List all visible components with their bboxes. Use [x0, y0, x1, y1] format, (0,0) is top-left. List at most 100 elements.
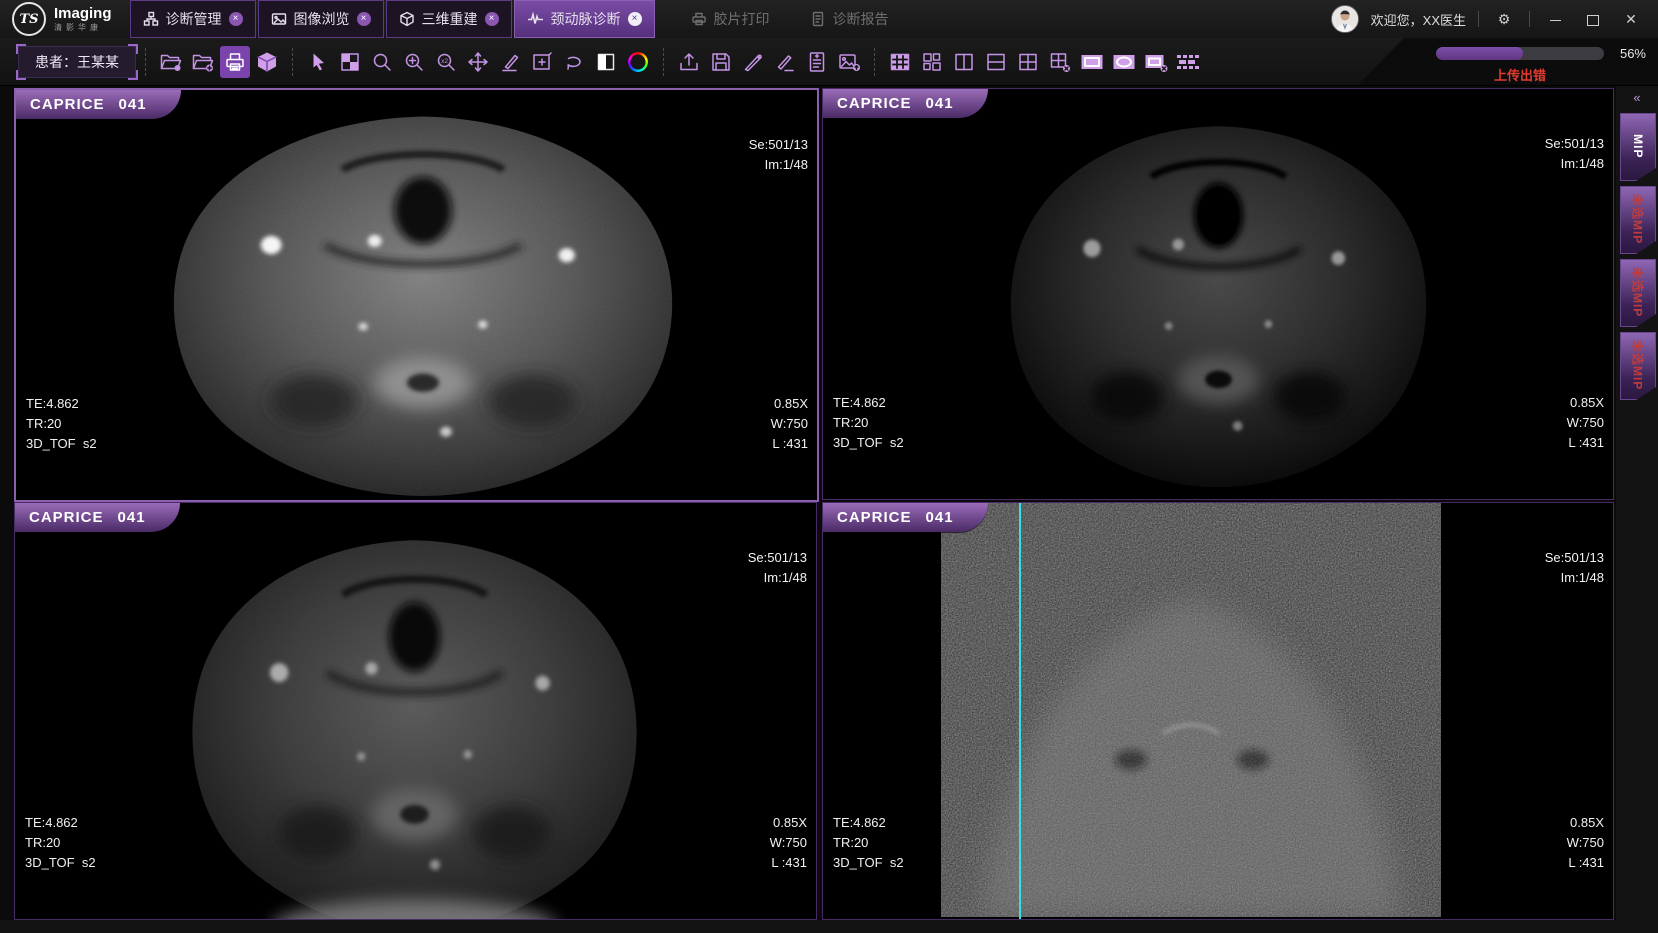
layout-checker-icon[interactable]	[335, 46, 365, 78]
overlay-series-info: Se:501/13Im:1/48	[748, 508, 807, 628]
shape-ellipse-icon[interactable]	[1109, 46, 1139, 78]
user-avatar[interactable]	[1331, 5, 1359, 33]
invert-icon[interactable]	[591, 46, 621, 78]
overlay-acquisition-info: TE:4.862TR:203D_TOF s2	[833, 773, 904, 913]
measure-baseline-icon[interactable]	[770, 46, 800, 78]
upload-percent: 56%	[1620, 46, 1646, 61]
series-header-tab[interactable]: CAPRICE 041	[823, 89, 988, 118]
cube-icon	[399, 11, 415, 27]
device-name: CAPRICE	[30, 96, 105, 113]
filmstrip-icon[interactable]	[1173, 46, 1203, 78]
mri-image	[78, 90, 768, 498]
shape-rect-clear-icon[interactable]	[1141, 46, 1171, 78]
zoom-in-icon[interactable]	[399, 46, 429, 78]
svg-text:x2: x2	[441, 58, 448, 65]
cursor-icon[interactable]	[303, 46, 333, 78]
open-study-icon[interactable]	[156, 46, 186, 78]
tab-diagnosis-management[interactable]: 诊断管理 ×	[130, 0, 256, 38]
pan-icon[interactable]	[463, 46, 493, 78]
patient-selector[interactable]: 患者：王某某	[18, 46, 136, 78]
viewport-bottom-left[interactable]: CAPRICE 041 Se:501/13Im:1/48 TE:4.862TR:…	[14, 502, 817, 920]
3d-volume-icon[interactable]	[252, 46, 282, 78]
waveform-icon	[527, 11, 544, 27]
tab-diagnosis-report: 诊断报告	[798, 0, 901, 38]
tab-3d-reconstruction[interactable]: 三维重建 ×	[386, 0, 512, 38]
rotate-icon[interactable]	[559, 46, 589, 78]
viewport-top-left[interactable]: CAPRICE 041 Se:501/13Im:1/48 TE:4.862TR:…	[14, 88, 819, 502]
layout-quad-small-icon[interactable]	[917, 46, 947, 78]
printer-icon	[691, 11, 707, 27]
series-id: 041	[926, 509, 954, 526]
tab-close-icon[interactable]: ×	[229, 12, 243, 26]
tab-close-icon[interactable]: ×	[485, 12, 499, 26]
mip-sidebar: « MIP 未选MIP 未选MIP 未选MIP	[1616, 86, 1658, 920]
series-header-tab[interactable]: CAPRICE 041	[823, 503, 988, 532]
sidebar-tab-mip-2[interactable]: 未选MIP	[1620, 186, 1656, 254]
toolbar-divider	[874, 48, 875, 76]
overlay-acquisition-info: TE:4.862TR:203D_TOF s2	[26, 354, 97, 494]
viewport-grid: CAPRICE 041 Se:501/13Im:1/48 TE:4.862TR:…	[0, 86, 1658, 920]
titlebar: TS Imaging 清影华康 诊断管理 × 图像浏览 × 三维重建 ×	[0, 0, 1658, 38]
layout-clear-icon[interactable]	[1045, 46, 1075, 78]
sidebar-tab-mip-3[interactable]: 未选MIP	[1620, 259, 1656, 327]
layout-2x2-icon[interactable]	[1013, 46, 1043, 78]
collapse-chevron-icon[interactable]: «	[1616, 90, 1658, 105]
welcome-text: 欢迎您，XX医生	[1371, 10, 1466, 29]
tab-label: 诊断管理	[166, 9, 222, 29]
maximize-icon[interactable]	[1580, 11, 1606, 27]
device-name: CAPRICE	[29, 509, 104, 526]
print-icon[interactable]	[220, 46, 250, 78]
logo-icon: TS	[12, 2, 46, 36]
series-header-tab[interactable]: CAPRICE 041	[16, 90, 181, 119]
zoom-2x-icon[interactable]: x2	[431, 46, 461, 78]
overlay-series-info: Se:501/13Im:1/48	[1545, 508, 1604, 628]
minimize-icon[interactable]	[1542, 11, 1568, 27]
save-icon[interactable]	[706, 46, 736, 78]
overlay-display-info: 0.85XW:750L :431	[1567, 773, 1604, 913]
magnifier-icon[interactable]	[367, 46, 397, 78]
toolbar-divider	[663, 48, 664, 76]
viewport-top-right[interactable]: CAPRICE 041 Se:501/13Im:1/48 TE:4.862TR:…	[822, 88, 1614, 500]
overlay-series-info: Se:501/13Im:1/48	[1545, 94, 1604, 214]
tab-close-icon[interactable]: ×	[357, 12, 371, 26]
settings-gear-icon[interactable]: ⚙	[1491, 11, 1517, 28]
sidebar-tab-mip-1[interactable]: MIP	[1620, 113, 1656, 181]
overlay-display-info: 0.85XW:750L :431	[770, 773, 807, 913]
upload-icon[interactable]	[674, 46, 704, 78]
add-frame-icon[interactable]	[527, 46, 557, 78]
sidebar-tab-mip-4[interactable]: 未选MIP	[1620, 332, 1656, 400]
viewport-bottom-right[interactable]: CAPRICE 041 Se:501/13Im:1/48 TE:4.862TR:…	[822, 502, 1614, 920]
tab-label: 胶片打印	[714, 9, 770, 29]
overlay-series-info: Se:501/13Im:1/48	[749, 95, 808, 215]
tab-image-browse[interactable]: 图像浏览 ×	[258, 0, 384, 38]
divider	[1478, 11, 1479, 27]
app-title: Imaging	[54, 6, 112, 21]
toolbar-divider	[292, 48, 293, 76]
overlay-acquisition-info: TE:4.862TR:203D_TOF s2	[833, 353, 904, 493]
device-name: CAPRICE	[837, 95, 912, 112]
report-add-icon[interactable]	[802, 46, 832, 78]
measure-line-icon[interactable]	[738, 46, 768, 78]
mri-image	[107, 513, 722, 920]
shape-rect-icon[interactable]	[1077, 46, 1107, 78]
annotate-icon[interactable]	[495, 46, 525, 78]
close-icon[interactable]: ✕	[1618, 11, 1644, 28]
image-icon	[271, 11, 287, 27]
export-image-icon[interactable]	[834, 46, 864, 78]
tab-film-print: 胶片打印	[679, 0, 782, 38]
new-study-icon[interactable]	[188, 46, 218, 78]
upload-status-panel: 56% 上传出错	[1358, 38, 1658, 85]
device-name: CAPRICE	[837, 509, 912, 526]
tab-carotid-diagnosis[interactable]: 颈动脉诊断 ×	[514, 0, 655, 38]
tab-close-icon[interactable]: ×	[628, 12, 642, 26]
module-tabs: 诊断管理 × 图像浏览 × 三维重建 × 颈动脉诊断 ×	[130, 0, 903, 38]
layout-2col-icon[interactable]	[949, 46, 979, 78]
color-palette-icon[interactable]	[623, 46, 653, 78]
mip-image	[941, 503, 1441, 917]
series-id: 041	[926, 95, 954, 112]
grid-3x3-icon[interactable]	[885, 46, 915, 78]
series-id: 041	[119, 96, 147, 113]
mip-reference-line[interactable]	[1019, 503, 1021, 919]
layout-2row-icon[interactable]	[981, 46, 1011, 78]
series-header-tab[interactable]: CAPRICE 041	[15, 503, 180, 532]
